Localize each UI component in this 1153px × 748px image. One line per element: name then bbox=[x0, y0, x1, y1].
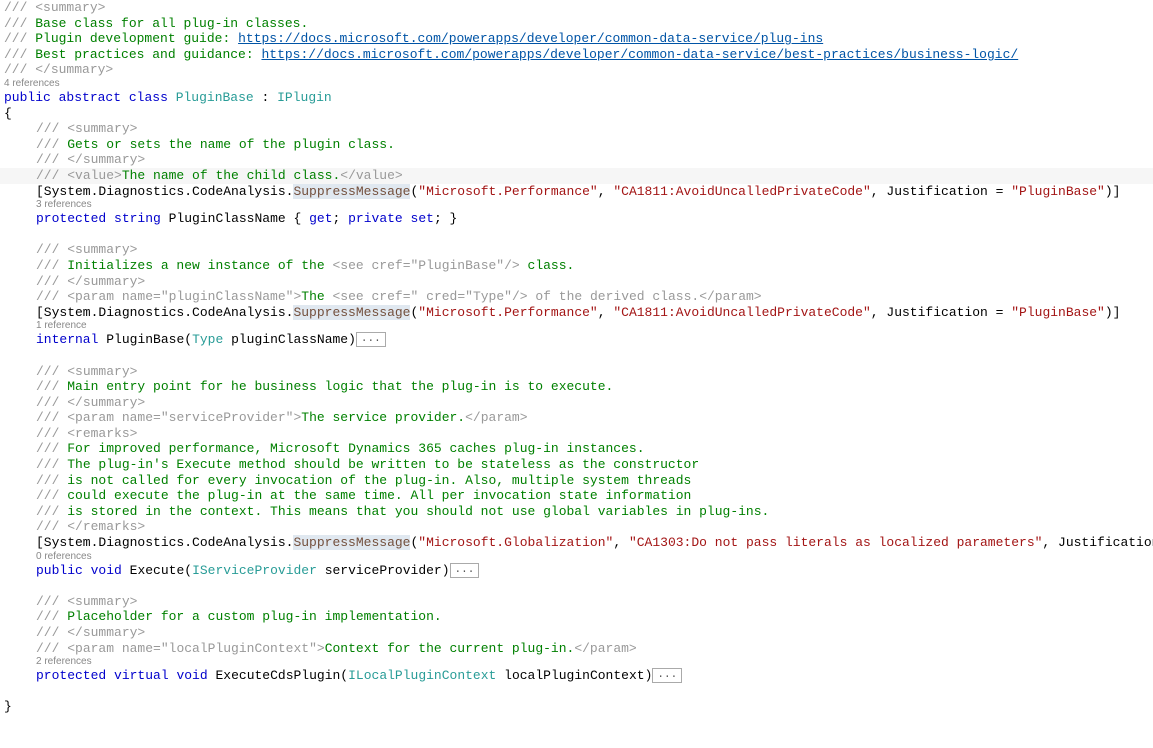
plugin-guide-link[interactable]: https://docs.microsoft.com/powerapps/dev… bbox=[238, 31, 823, 46]
suppress-attribute-3: [System.Diagnostics.CodeAnalysis.Suppres… bbox=[0, 535, 1153, 551]
doc-init: Initializes a new instance of the bbox=[67, 258, 324, 273]
references-0[interactable]: 0 references bbox=[0, 551, 1153, 563]
pluginbase-ctor: internal PluginBase(Type pluginClassName… bbox=[0, 332, 1153, 348]
doc-main-entry: Main entry point for he business logic t… bbox=[67, 379, 613, 394]
doc-base-class: Base class for all plug-in classes. bbox=[35, 16, 308, 31]
class-declaration: public abstract class PluginBase : IPlug… bbox=[0, 90, 1153, 106]
references-2[interactable]: 2 references bbox=[0, 656, 1153, 668]
collapse-icon[interactable]: ... bbox=[652, 668, 682, 683]
references-4[interactable]: 4 references bbox=[0, 78, 1153, 90]
suppress-attribute-1: [System.Diagnostics.CodeAnalysis.Suppres… bbox=[0, 184, 1153, 200]
collapse-icon[interactable]: ... bbox=[450, 563, 480, 578]
summary-open: <summary> bbox=[35, 0, 105, 15]
references-3[interactable]: 3 references bbox=[0, 199, 1153, 211]
doc-gets-sets: Gets or sets the name of the plugin clas… bbox=[67, 137, 395, 152]
best-prac-link[interactable]: https://docs.microsoft.com/powerapps/dev… bbox=[261, 47, 1018, 62]
suppress-attribute-2: [System.Diagnostics.CodeAnalysis.Suppres… bbox=[0, 305, 1153, 321]
doc-best-prac: Best practices and guidance: bbox=[35, 47, 253, 62]
plugin-class-name-prop: protected string PluginClassName { get; … bbox=[0, 211, 1153, 227]
xml-doc-prefix: /// bbox=[4, 0, 35, 15]
references-1[interactable]: 1 reference bbox=[0, 320, 1153, 332]
execute-cds-method: protected virtual void ExecuteCdsPlugin(… bbox=[0, 668, 1153, 684]
code-editor[interactable]: /// <summary> /// Base class for all plu… bbox=[0, 0, 1153, 715]
brace-open: { bbox=[0, 106, 1153, 122]
summary-close: </summary> bbox=[35, 62, 113, 77]
collapse-icon[interactable]: ... bbox=[356, 332, 386, 347]
brace-close: } bbox=[0, 699, 1153, 715]
execute-method: public void Execute(IServiceProvider ser… bbox=[0, 563, 1153, 579]
doc-plugin-guide: Plugin development guide: bbox=[35, 31, 230, 46]
doc-value-text: The name of the child class. bbox=[122, 168, 340, 183]
doc-placeholder: Placeholder for a custom plug-in impleme… bbox=[67, 609, 441, 624]
